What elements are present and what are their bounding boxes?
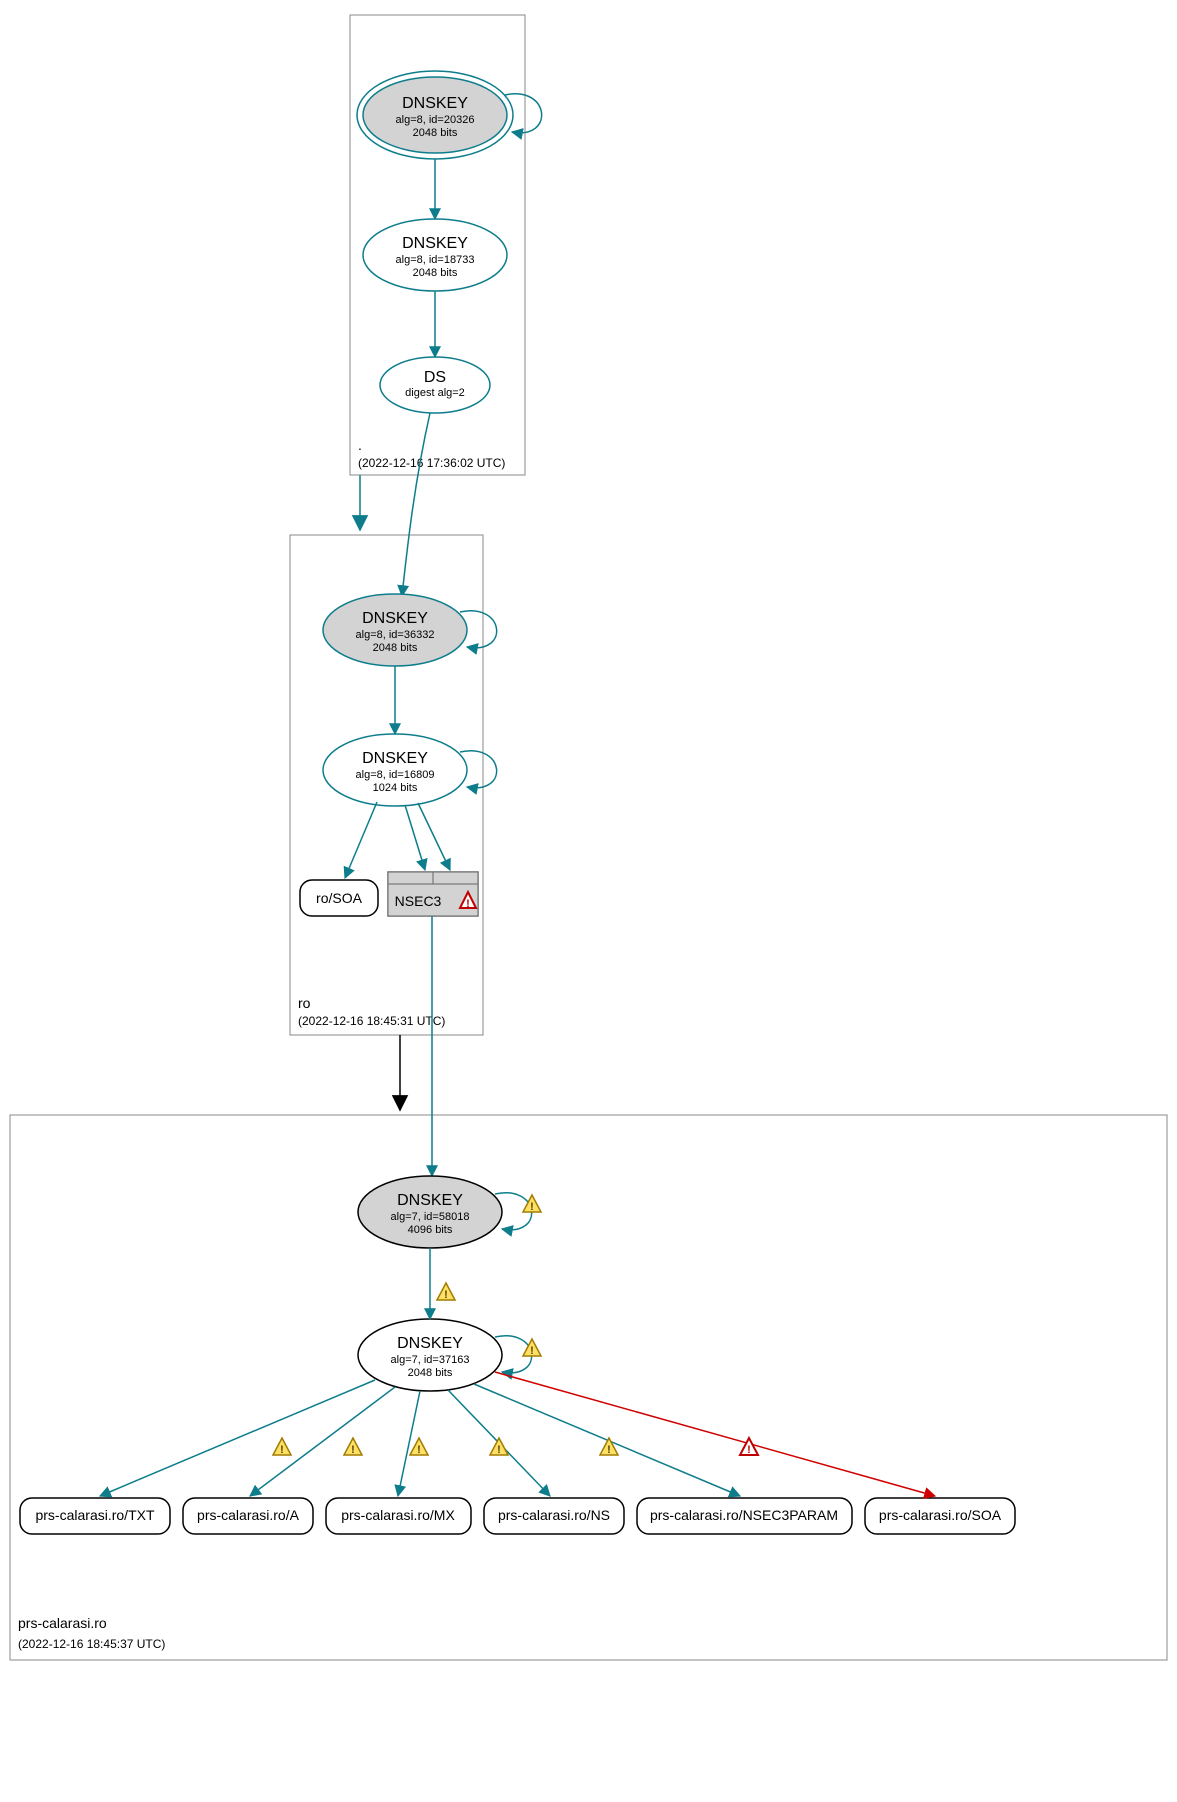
- edge-ds-to-ro-ksk: [402, 413, 430, 596]
- svg-text:DNSKEY: DNSKEY: [402, 235, 468, 252]
- edge-prs-zsk-txt: [100, 1380, 375, 1496]
- svg-text:prs-calarasi.ro/MX: prs-calarasi.ro/MX: [341, 1507, 455, 1523]
- node-ro-soa[interactable]: ro/SOA: [300, 880, 378, 916]
- svg-text:!: !: [351, 1444, 355, 1456]
- svg-text:alg=8, id=36332: alg=8, id=36332: [356, 629, 435, 641]
- svg-text:DNSKEY: DNSKEY: [397, 1335, 463, 1352]
- svg-text:!: !: [530, 1345, 534, 1357]
- svg-text:prs-calarasi.ro/SOA: prs-calarasi.ro/SOA: [879, 1507, 1002, 1523]
- svg-text:prs-calarasi.ro/A: prs-calarasi.ro/A: [197, 1507, 300, 1523]
- svg-text:alg=8, id=16809: alg=8, id=16809: [356, 769, 435, 781]
- warning-icon: !: [600, 1438, 618, 1456]
- svg-text:1024 bits: 1024 bits: [373, 782, 418, 794]
- svg-text:!: !: [280, 1444, 284, 1456]
- warning-icon: !: [490, 1438, 508, 1456]
- zone-prs-label: prs-calarasi.ro: [18, 1615, 107, 1631]
- node-ro-nsec3[interactable]: NSEC3 !: [388, 872, 478, 916]
- svg-text:!: !: [444, 1289, 448, 1301]
- svg-text:DNSKEY: DNSKEY: [402, 95, 468, 112]
- svg-text:4096 bits: 4096 bits: [408, 1224, 453, 1236]
- svg-text:NSEC3: NSEC3: [395, 893, 442, 909]
- node-root-ksk[interactable]: DNSKEY alg=8, id=20326 2048 bits: [357, 71, 513, 159]
- node-ro-zsk[interactable]: DNSKEY alg=8, id=16809 1024 bits: [323, 734, 467, 806]
- edge-prs-zsk-soa: [495, 1372, 935, 1496]
- svg-text:2048 bits: 2048 bits: [413, 127, 458, 139]
- warning-icon: !: [410, 1438, 428, 1456]
- zone-ro-ts: (2022-12-16 18:45:31 UTC): [298, 1014, 445, 1028]
- svg-text:alg=7, id=58018: alg=7, id=58018: [391, 1211, 470, 1223]
- warning-icon: !: [437, 1283, 455, 1301]
- node-prs-ns[interactable]: prs-calarasi.ro/NS: [484, 1498, 624, 1534]
- edge-ro-zsk-nsec3-2: [418, 803, 450, 870]
- svg-text:!: !: [530, 1201, 534, 1213]
- error-icon: !: [740, 1438, 758, 1456]
- svg-text:alg=8, id=18733: alg=8, id=18733: [396, 254, 475, 266]
- node-prs-soa[interactable]: prs-calarasi.ro/SOA: [865, 1498, 1015, 1534]
- svg-text:2048 bits: 2048 bits: [373, 642, 418, 654]
- zone-root-label: .: [358, 437, 362, 453]
- svg-text:prs-calarasi.ro/NS: prs-calarasi.ro/NS: [498, 1507, 610, 1523]
- node-prs-txt[interactable]: prs-calarasi.ro/TXT: [20, 1498, 170, 1534]
- node-root-zsk[interactable]: DNSKEY alg=8, id=18733 2048 bits: [363, 219, 507, 291]
- node-prs-n3p[interactable]: prs-calarasi.ro/NSEC3PARAM: [637, 1498, 852, 1534]
- svg-text:!: !: [497, 1444, 501, 1456]
- zone-prs-ts: (2022-12-16 18:45:37 UTC): [18, 1637, 165, 1651]
- svg-text:ro/SOA: ro/SOA: [316, 890, 363, 906]
- edge-prs-zsk-a: [250, 1387, 395, 1496]
- svg-text:!: !: [607, 1444, 611, 1456]
- svg-text:digest alg=2: digest alg=2: [405, 387, 465, 399]
- edge-ro-zsk-nsec3-1: [405, 805, 425, 870]
- svg-text:prs-calarasi.ro/NSEC3PARAM: prs-calarasi.ro/NSEC3PARAM: [650, 1507, 838, 1523]
- svg-text:DNSKEY: DNSKEY: [397, 1192, 463, 1209]
- zone-box-prs: [10, 1115, 1167, 1660]
- svg-text:alg=7, id=37163: alg=7, id=37163: [391, 1354, 470, 1366]
- zone-root-ts: (2022-12-16 17:36:02 UTC): [358, 456, 505, 470]
- svg-text:prs-calarasi.ro/TXT: prs-calarasi.ro/TXT: [35, 1507, 154, 1523]
- node-prs-a[interactable]: prs-calarasi.ro/A: [183, 1498, 313, 1534]
- dnssec-graph: . (2022-12-16 17:36:02 UTC) ro (2022-12-…: [0, 0, 1177, 1802]
- warning-icon: !: [523, 1195, 541, 1213]
- svg-text:!: !: [466, 898, 470, 910]
- svg-text:!: !: [417, 1444, 421, 1456]
- edge-ro-zsk-soa: [345, 802, 377, 878]
- svg-text:DS: DS: [424, 369, 446, 386]
- svg-text:DNSKEY: DNSKEY: [362, 750, 428, 767]
- node-prs-mx[interactable]: prs-calarasi.ro/MX: [326, 1498, 471, 1534]
- svg-text:!: !: [747, 1444, 751, 1456]
- svg-text:alg=8, id=20326: alg=8, id=20326: [396, 114, 475, 126]
- edge-prs-zsk-n3p: [474, 1384, 740, 1496]
- svg-text:DNSKEY: DNSKEY: [362, 610, 428, 627]
- node-prs-zsk[interactable]: DNSKEY alg=7, id=37163 2048 bits: [358, 1319, 502, 1391]
- svg-text:2048 bits: 2048 bits: [408, 1367, 453, 1379]
- node-root-ds[interactable]: DS digest alg=2: [380, 357, 490, 413]
- node-ro-ksk[interactable]: DNSKEY alg=8, id=36332 2048 bits: [323, 594, 467, 666]
- warning-icon: !: [273, 1438, 291, 1456]
- node-prs-ksk[interactable]: DNSKEY alg=7, id=58018 4096 bits: [358, 1176, 502, 1248]
- warning-icon: !: [344, 1438, 362, 1456]
- zone-ro-label: ro: [298, 995, 311, 1011]
- svg-text:2048 bits: 2048 bits: [413, 267, 458, 279]
